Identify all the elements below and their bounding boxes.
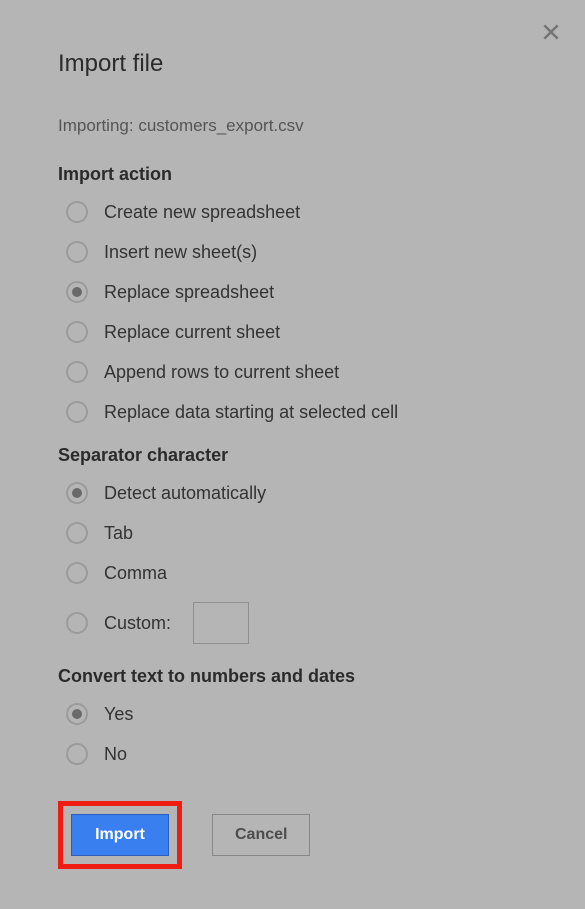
radio-replace-data-cell[interactable]: Replace data starting at selected cell xyxy=(66,401,527,423)
separator-heading: Separator character xyxy=(58,445,527,466)
import-action-heading: Import action xyxy=(58,164,527,185)
radio-icon xyxy=(66,703,88,725)
radio-append-rows[interactable]: Append rows to current sheet xyxy=(66,361,527,383)
radio-label: Custom: xyxy=(104,613,171,634)
radio-icon xyxy=(66,522,88,544)
convert-heading: Convert text to numbers and dates xyxy=(58,666,527,687)
import-button-highlight: Import xyxy=(58,801,182,869)
radio-label: No xyxy=(104,744,127,765)
radio-convert-yes[interactable]: Yes xyxy=(66,703,527,725)
convert-group: Yes No xyxy=(58,703,527,765)
import-button[interactable]: Import xyxy=(71,814,169,856)
radio-label: Replace spreadsheet xyxy=(104,282,274,303)
radio-icon xyxy=(66,401,88,423)
dialog-title: Import file xyxy=(58,50,527,78)
separator-group: Detect automatically Tab Comma Custom: xyxy=(58,482,527,644)
importing-file: customers_export.csv xyxy=(138,116,303,135)
close-button[interactable] xyxy=(539,20,563,44)
radio-icon xyxy=(66,241,88,263)
cancel-button[interactable]: Cancel xyxy=(212,814,310,856)
radio-label: Comma xyxy=(104,563,167,584)
radio-icon xyxy=(66,361,88,383)
radio-icon xyxy=(66,201,88,223)
radio-replace-spreadsheet[interactable]: Replace spreadsheet xyxy=(66,281,527,303)
radio-icon xyxy=(66,281,88,303)
radio-label: Detect automatically xyxy=(104,483,266,504)
radio-detect-automatically[interactable]: Detect automatically xyxy=(66,482,527,504)
radio-icon xyxy=(66,562,88,584)
radio-comma[interactable]: Comma xyxy=(66,562,527,584)
import-action-group: Create new spreadsheet Insert new sheet(… xyxy=(58,201,527,423)
radio-label: Yes xyxy=(104,704,133,725)
import-file-dialog: Import file Importing: customers_export.… xyxy=(0,0,585,909)
radio-label: Append rows to current sheet xyxy=(104,362,339,383)
radio-label: Replace current sheet xyxy=(104,322,280,343)
radio-label: Replace data starting at selected cell xyxy=(104,402,398,423)
radio-label: Tab xyxy=(104,523,133,544)
radio-convert-no[interactable]: No xyxy=(66,743,527,765)
radio-icon xyxy=(66,482,88,504)
radio-replace-current-sheet[interactable]: Replace current sheet xyxy=(66,321,527,343)
radio-insert-new-sheet[interactable]: Insert new sheet(s) xyxy=(66,241,527,263)
radio-label: Insert new sheet(s) xyxy=(104,242,257,263)
radio-icon xyxy=(66,612,88,634)
radio-icon xyxy=(66,321,88,343)
importing-prefix: Importing: xyxy=(58,116,138,135)
radio-custom[interactable]: Custom: xyxy=(66,602,527,644)
radio-label: Create new spreadsheet xyxy=(104,202,300,223)
radio-create-new-spreadsheet[interactable]: Create new spreadsheet xyxy=(66,201,527,223)
radio-tab[interactable]: Tab xyxy=(66,522,527,544)
button-row: Import Cancel xyxy=(58,801,527,869)
importing-filename: Importing: customers_export.csv xyxy=(58,116,527,136)
close-icon xyxy=(541,22,561,42)
custom-separator-input[interactable] xyxy=(193,602,249,644)
radio-icon xyxy=(66,743,88,765)
